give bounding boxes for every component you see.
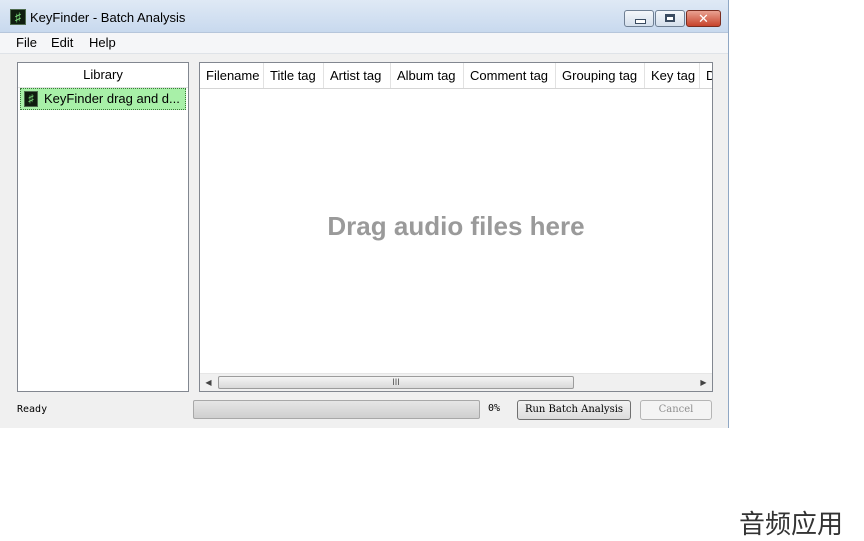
window-title: KeyFinder - Batch Analysis (30, 10, 186, 25)
keyfinder-app-icon: ♯ (10, 9, 26, 25)
column-header-artist-tag[interactable]: Artist tag (324, 63, 391, 88)
horizontal-scrollbar[interactable]: ◀ III ▶ (200, 373, 712, 391)
column-header-title-tag[interactable]: Title tag (264, 63, 324, 88)
menu-file[interactable]: File (16, 34, 37, 52)
file-table[interactable]: Filename Title tag Artist tag Album tag … (199, 62, 713, 392)
drop-hint: Drag audio files here (327, 211, 585, 241)
table-header: Filename Title tag Artist tag Album tag … (200, 63, 712, 89)
cancel-button[interactable]: Cancel (640, 400, 712, 420)
column-header-comment-tag[interactable]: Comment tag (464, 63, 556, 88)
progress-percent: 0% (488, 403, 501, 414)
close-button[interactable]: ✕ (686, 10, 721, 27)
app-window: ♯ KeyFinder - Batch Analysis ✕ File Edit… (0, 0, 729, 428)
library-panel: Library ♯ KeyFinder drag and d... (17, 62, 189, 392)
library-item-keyfinder-drag-and-drop[interactable]: ♯ KeyFinder drag and d... (20, 88, 186, 110)
close-icon: ✕ (698, 11, 709, 26)
status-text: Ready (17, 404, 48, 415)
library-header: Library (18, 63, 188, 88)
column-header-grouping-tag[interactable]: Grouping tag (556, 63, 645, 88)
column-header-filename[interactable]: Filename (200, 63, 264, 88)
scroll-left-arrow-icon[interactable]: ◀ (200, 374, 217, 391)
menu-help[interactable]: Help (89, 34, 116, 52)
progress-bar (193, 400, 480, 419)
menu-edit[interactable]: Edit (51, 34, 73, 52)
scrollbar-grip: III (392, 377, 400, 387)
library-item-label: KeyFinder drag and d... (44, 91, 180, 106)
scroll-right-arrow-icon[interactable]: ▶ (695, 374, 712, 391)
watermark-text: 音频应用 (739, 510, 844, 540)
keyfinder-app-icon: ♯ (24, 91, 38, 107)
maximize-button[interactable] (655, 10, 685, 27)
menu-bar: File Edit Help (0, 33, 728, 54)
scrollbar-thumb[interactable]: III (218, 376, 574, 389)
column-header-album-tag[interactable]: Album tag (391, 63, 464, 88)
minimize-button[interactable] (624, 10, 654, 27)
run-batch-analysis-button[interactable]: Run Batch Analysis (517, 400, 631, 420)
maximize-icon (665, 14, 675, 22)
column-header-key-tag[interactable]: Key tag (645, 63, 700, 88)
column-header-d[interactable]: D (700, 63, 712, 88)
title-bar[interactable]: ♯ KeyFinder - Batch Analysis ✕ (0, 0, 728, 33)
minimize-icon (635, 19, 646, 24)
